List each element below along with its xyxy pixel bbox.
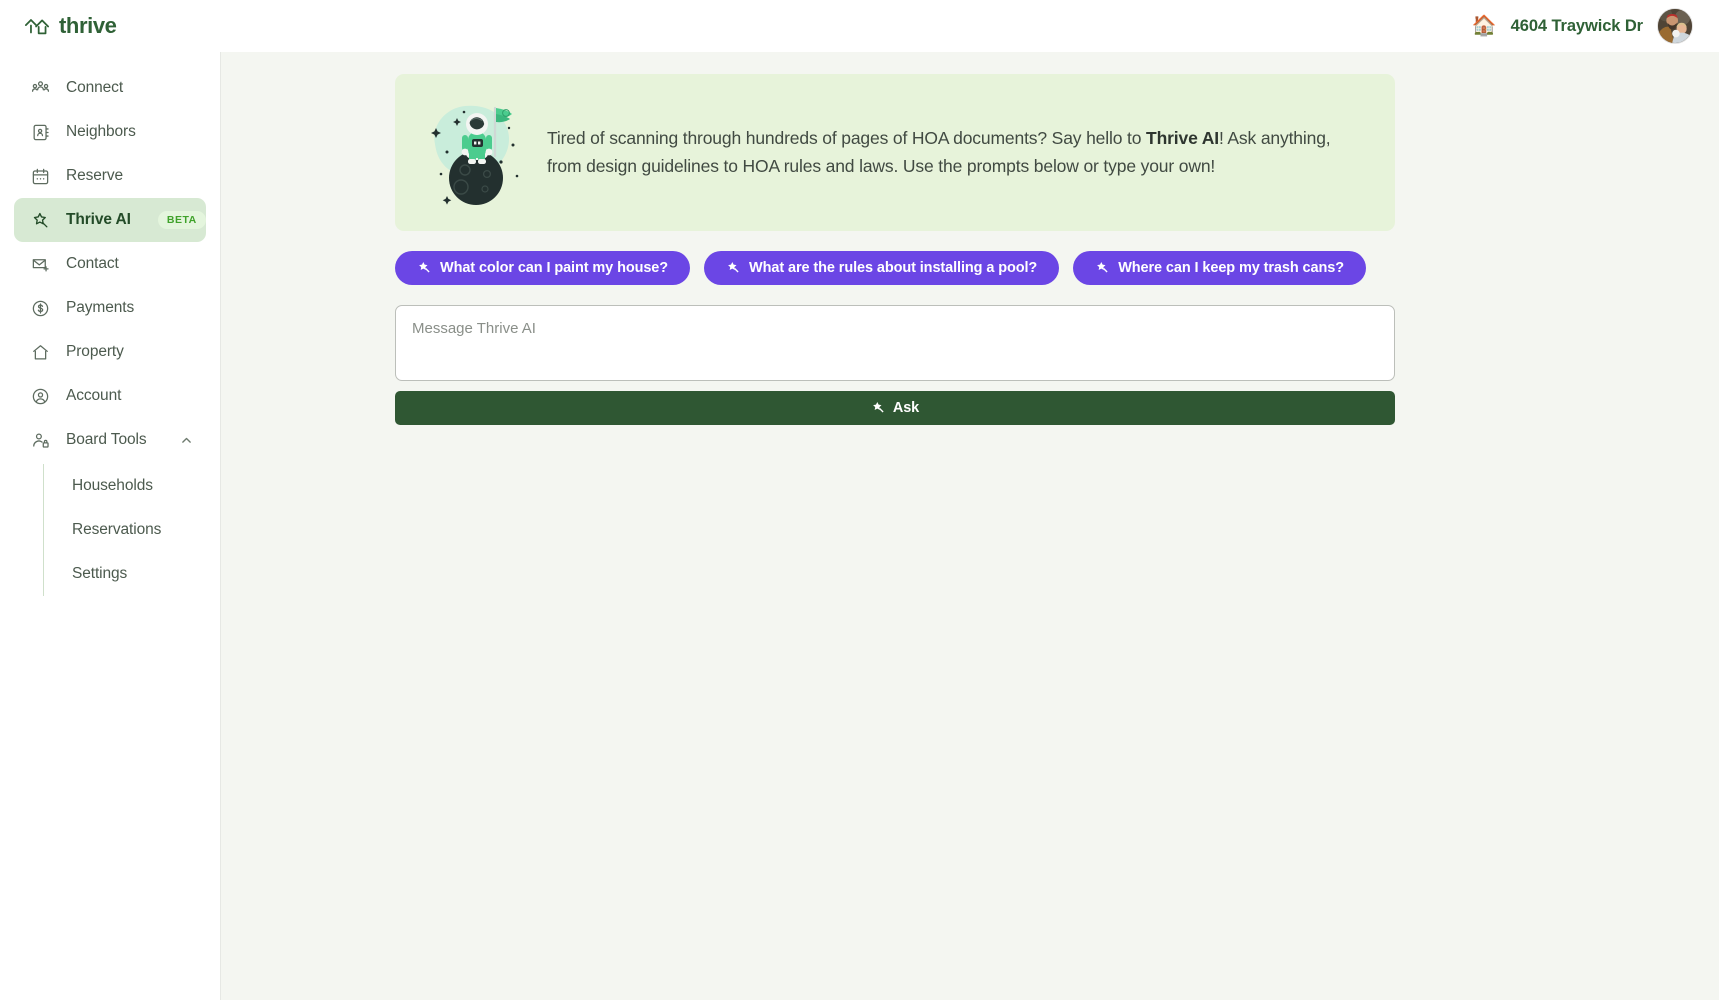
sidebar-item-label: Payments xyxy=(66,299,135,316)
prompt-chip-label: What are the rules about installing a po… xyxy=(749,260,1038,276)
banner-text-prefix: Tired of scanning through hundreds of pa… xyxy=(547,128,1147,149)
main-content: Tired of scanning through hundreds of pa… xyxy=(221,52,1719,1000)
intro-banner: Tired of scanning through hundreds of pa… xyxy=(395,74,1395,231)
people-group-icon xyxy=(31,79,50,98)
prompt-chip-trash-cans[interactable]: Where can I keep my trash cans? xyxy=(1073,251,1366,285)
sidebar-item-label: Neighbors xyxy=(66,123,136,140)
sidebar-item-label: Thrive AI xyxy=(66,211,131,228)
home-icon xyxy=(31,343,50,362)
sidebar-subitem-reservations[interactable]: Reservations xyxy=(44,508,220,552)
chevron-up-icon[interactable] xyxy=(180,434,193,447)
banner-text: Tired of scanning through hundreds of pa… xyxy=(547,125,1347,179)
banner-text-bold: Thrive AI xyxy=(1146,128,1219,149)
ask-button-label: Ask xyxy=(892,400,920,416)
sidebar-subitem-settings[interactable]: Settings xyxy=(44,552,220,596)
magic-wand-icon xyxy=(726,261,740,275)
brand-logo[interactable]: thrive xyxy=(24,13,117,39)
thrive-ai-panel: Tired of scanning through hundreds of pa… xyxy=(395,74,1395,425)
app-root: thrive 🏠 4604 Traywick Dr Connect Neighb… xyxy=(0,0,1719,1000)
sidebar-item-connect[interactable]: Connect xyxy=(14,66,206,110)
sidebar-subitem-households[interactable]: Households xyxy=(44,464,220,508)
ask-button[interactable]: Ask xyxy=(395,391,1395,425)
prompt-chip-paint-color[interactable]: What color can I paint my house? xyxy=(395,251,691,285)
sidebar-item-payments[interactable]: Payments xyxy=(14,286,206,330)
magic-wand-icon xyxy=(417,261,431,275)
prompt-chip-label: What color can I paint my house? xyxy=(440,260,669,276)
house-emoji-icon: 🏠 xyxy=(1471,15,1497,37)
sidebar-item-board-tools[interactable]: Board Tools xyxy=(14,418,206,462)
envelope-plus-icon xyxy=(31,255,50,274)
sidebar-item-label: Property xyxy=(66,343,124,360)
magic-wand-icon xyxy=(31,211,50,230)
sidebar-item-thrive-ai[interactable]: Thrive AI BETA xyxy=(14,198,206,242)
magic-wand-icon xyxy=(1095,261,1109,275)
prompt-chip-pool-rules[interactable]: What are the rules about installing a po… xyxy=(704,251,1060,285)
sidebar-item-property[interactable]: Property xyxy=(14,330,206,374)
magic-wand-icon xyxy=(871,401,885,415)
sidebar-item-label: Board Tools xyxy=(66,431,147,448)
status-badge: BETA xyxy=(157,211,206,229)
astronaut-on-moon-illustration xyxy=(417,90,537,215)
sidebar-item-label: Account xyxy=(66,387,122,404)
sidebar-item-neighbors[interactable]: Neighbors xyxy=(14,110,206,154)
house-roof-icon xyxy=(24,15,50,37)
sidebar-item-account[interactable]: Account xyxy=(14,374,206,418)
board-tools-subnav: Households Reservations Settings xyxy=(43,464,220,596)
sidebar-item-label: Connect xyxy=(66,79,124,96)
top-bar: thrive 🏠 4604 Traywick Dr xyxy=(0,0,1719,52)
user-circle-icon xyxy=(31,387,50,406)
property-address[interactable]: 4604 Traywick Dr xyxy=(1511,17,1643,36)
top-bar-right: 🏠 4604 Traywick Dr xyxy=(1472,8,1693,44)
brand-name: thrive xyxy=(59,13,117,38)
user-lock-icon xyxy=(31,431,50,450)
calendar-icon xyxy=(31,167,50,186)
suggested-prompts: What color can I paint my house? What ar… xyxy=(395,251,1395,285)
contact-book-icon xyxy=(31,123,50,142)
avatar[interactable] xyxy=(1657,8,1693,44)
sidebar-item-contact[interactable]: Contact xyxy=(14,242,206,286)
sidebar-item-label: Contact xyxy=(66,255,119,272)
sidebar-item-label: Reserve xyxy=(66,167,124,184)
body-row: Connect Neighbors Reserve Thrive AI BETA… xyxy=(0,52,1719,1000)
message-input[interactable] xyxy=(395,305,1395,381)
dollar-circle-icon xyxy=(31,299,50,318)
sidebar: Connect Neighbors Reserve Thrive AI BETA… xyxy=(0,52,221,1000)
prompt-chip-label: Where can I keep my trash cans? xyxy=(1118,260,1344,276)
sidebar-item-reserve[interactable]: Reserve xyxy=(14,154,206,198)
